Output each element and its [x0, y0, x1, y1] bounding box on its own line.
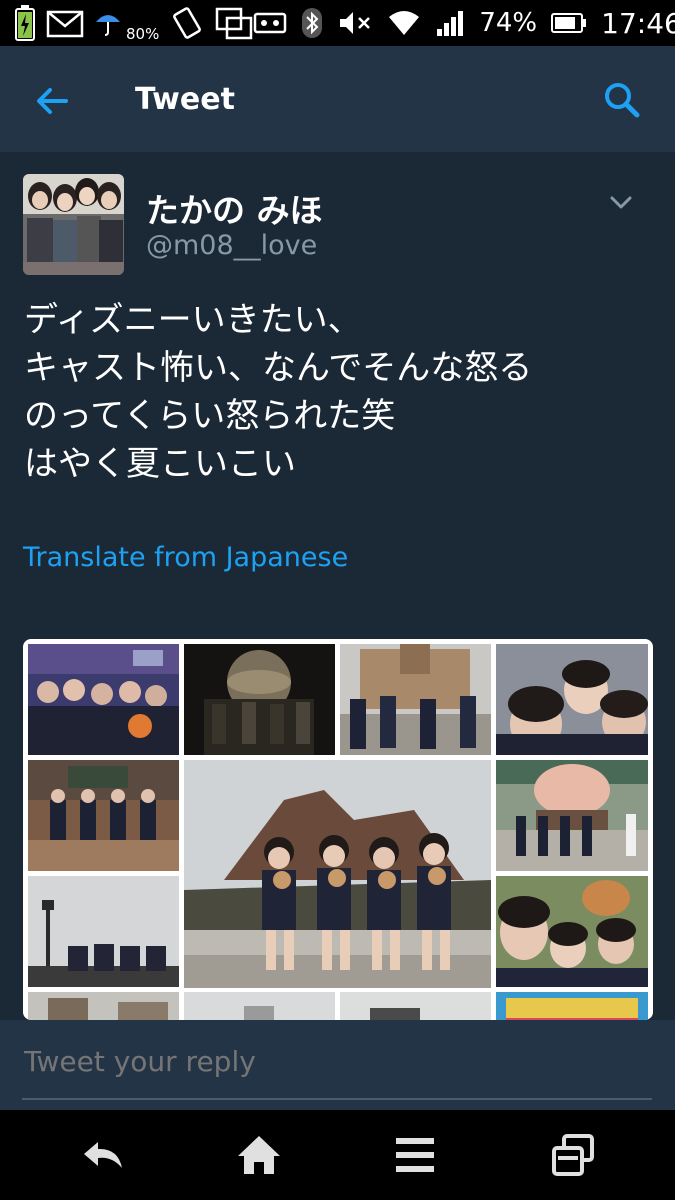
notify-percent: 80%	[126, 25, 160, 43]
back-arrow-icon	[84, 1142, 122, 1168]
nfc-icon	[253, 8, 287, 38]
user-handle[interactable]: @m08__love	[146, 230, 317, 261]
tweet-text: ディズニーいきたい、 キャスト怖い、なんでそんな怒る のってくらい怒られた笑 は…	[24, 296, 644, 488]
media-photo	[28, 876, 179, 987]
status-right: 74% 17:46	[253, 7, 675, 40]
media-photo	[340, 644, 491, 755]
media-photo	[496, 760, 648, 871]
tweet-media-collage[interactable]	[23, 639, 653, 1020]
tweet-text-line: のってくらい怒られた笑	[24, 396, 396, 436]
tweet-text-line: ディズニーいきたい、	[24, 300, 362, 340]
status-bar: 80% 74% 17:46	[0, 0, 675, 46]
clock: 17:46	[601, 6, 675, 40]
reply-underline	[22, 1098, 652, 1100]
media-photo	[28, 760, 179, 871]
menu-icon	[396, 1138, 434, 1172]
status-left: 80%	[14, 3, 253, 43]
more-options-button[interactable]	[606, 190, 636, 214]
avatar-photo	[23, 174, 124, 275]
media-photo	[496, 992, 648, 1020]
nav-home-button[interactable]	[234, 1132, 284, 1178]
page-title: Tweet	[135, 82, 235, 117]
nav-menu-button[interactable]	[390, 1132, 440, 1178]
bluetooth-icon	[301, 7, 323, 39]
screenshot-icon	[215, 6, 253, 40]
media-photo	[184, 644, 335, 755]
battery-icon	[551, 12, 587, 34]
translate-link[interactable]: Translate from Japanese	[23, 542, 348, 573]
media-photo	[340, 992, 491, 1020]
signal-icon	[435, 9, 465, 37]
media-photo	[28, 992, 179, 1020]
search-button[interactable]	[600, 78, 644, 122]
nav-recents-button[interactable]	[548, 1132, 598, 1178]
reply-input[interactable]	[22, 1044, 636, 1079]
rotate-icon	[169, 5, 205, 41]
media-photo	[184, 992, 335, 1020]
avatar[interactable]	[23, 174, 124, 275]
tweet-text-line: はやく夏こいこい	[24, 444, 296, 484]
back-button[interactable]	[30, 78, 76, 124]
battery-percent: 74%	[479, 8, 538, 38]
display-name[interactable]: たかの みほ	[146, 184, 323, 232]
tweet-text-line: キャスト怖い、なんでそんな怒る	[24, 348, 533, 388]
media-photo-main	[184, 760, 491, 988]
app-bar: Tweet	[0, 46, 675, 152]
mute-icon	[337, 8, 373, 38]
email-icon	[46, 6, 84, 40]
umbrella-icon	[94, 8, 122, 38]
media-photo	[28, 644, 179, 755]
wifi-icon	[387, 9, 421, 37]
battery-charging-icon	[14, 4, 36, 42]
arrow-left-icon	[37, 88, 68, 114]
chevron-down-icon	[610, 196, 632, 209]
system-nav-bar	[0, 1110, 675, 1200]
reply-bar	[0, 1020, 675, 1110]
home-icon	[238, 1136, 280, 1174]
media-photo	[496, 876, 648, 987]
media-photo	[496, 644, 648, 755]
search-icon	[605, 83, 640, 118]
nav-back-button[interactable]	[78, 1132, 128, 1178]
recent-apps-icon	[552, 1134, 594, 1176]
